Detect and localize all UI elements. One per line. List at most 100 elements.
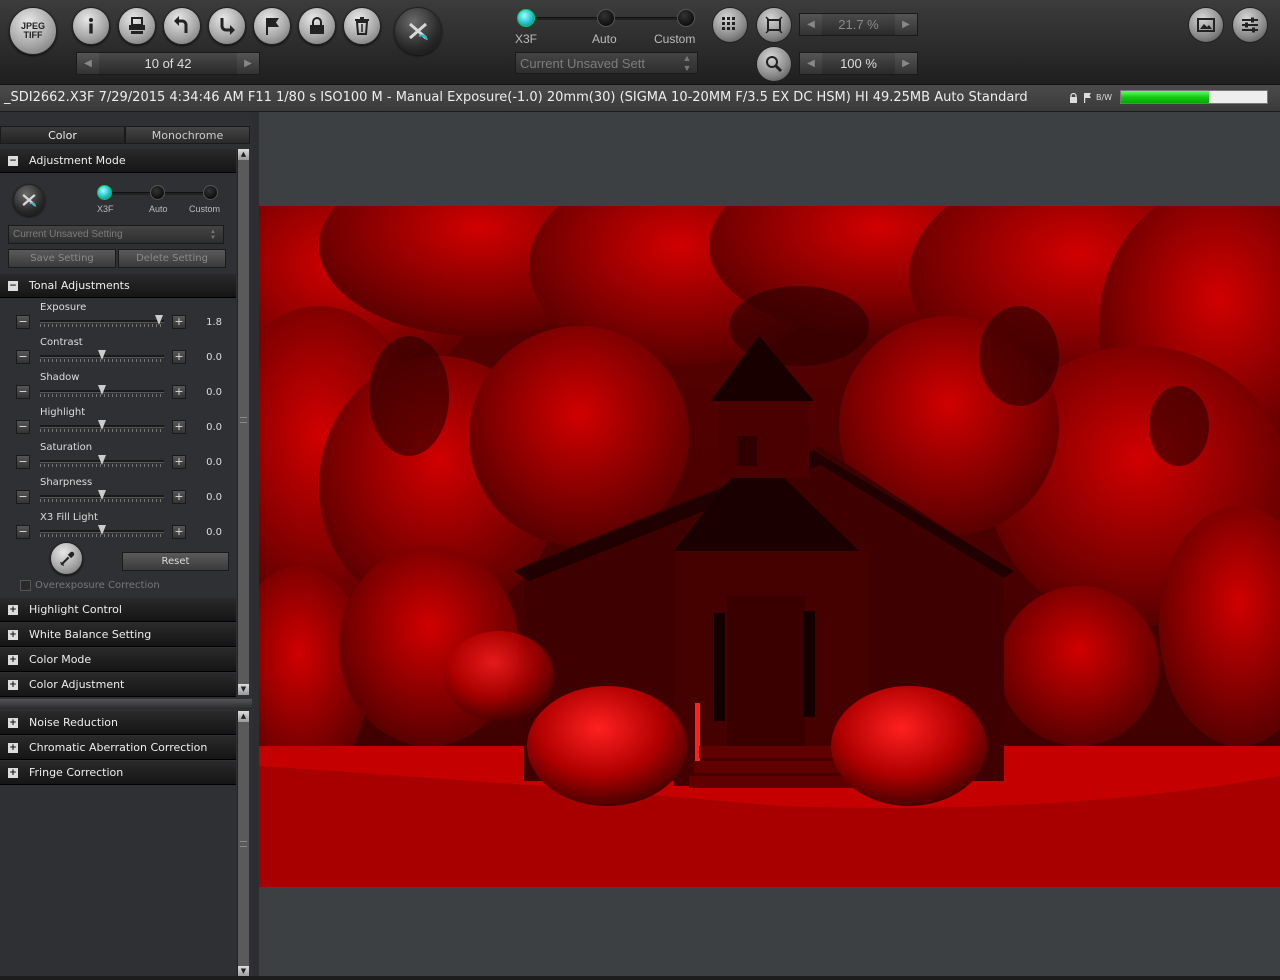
scroll-down-arrow-icon[interactable]: ▼: [238, 684, 249, 695]
slideshow-icon: [1197, 18, 1215, 32]
x3-fill-light-slider-thumb[interactable]: [98, 525, 106, 535]
lock-button[interactable]: [298, 7, 336, 45]
zoom-fit-decrease-button[interactable]: ◀: [800, 14, 822, 35]
mode-x3f-dot[interactable]: [517, 9, 535, 27]
panel-x3-mode-button[interactable]: [13, 184, 45, 216]
tab-monochrome[interactable]: Monochrome: [125, 126, 250, 144]
setting-select[interactable]: Current Unsaved Sett ▲ ▼: [515, 52, 698, 74]
sharpness-slider[interactable]: [40, 490, 164, 502]
mode-label-x3f: X3F: [515, 32, 538, 46]
highlight-slider[interactable]: [40, 420, 164, 432]
rotate-right-button[interactable]: [208, 7, 246, 45]
next-image-button[interactable]: ▶: [237, 53, 259, 74]
mode-auto-dot[interactable]: [597, 9, 615, 27]
x3-mode-button[interactable]: [394, 7, 442, 55]
section-color-adjustment[interactable]: + Color Adjustment: [0, 673, 236, 697]
shadow-decrease-button[interactable]: −: [16, 385, 30, 399]
upper-panel-scrollbar[interactable]: ▲ ▼: [237, 149, 249, 695]
sharpness-decrease-button[interactable]: −: [16, 490, 30, 504]
print-button[interactable]: [118, 7, 156, 45]
section-tonal-adjustments[interactable]: − Tonal Adjustments: [0, 274, 236, 298]
adjustment-panel: Color Monochrome − Adjustment Mode X3F A…: [0, 112, 252, 980]
zoom-fit-increase-button[interactable]: ▶: [895, 14, 917, 35]
image-viewer[interactable]: [252, 112, 1280, 980]
section-color-mode[interactable]: + Color Mode: [0, 648, 236, 672]
zoom-actual-button[interactable]: [756, 46, 792, 82]
tab-color[interactable]: Color: [0, 126, 125, 144]
exposure-increase-button[interactable]: +: [172, 315, 186, 329]
zoom-fit-control: ◀ 21.7 % ▶: [799, 13, 918, 36]
section-title: Highlight Control: [29, 603, 122, 616]
trash-icon: [355, 17, 369, 35]
section-noise-reduction[interactable]: + Noise Reduction: [0, 711, 236, 735]
section-fringe-correction[interactable]: + Fringe Correction: [0, 761, 236, 785]
tiff-label: TIFF: [23, 30, 43, 40]
shadow-slider-thumb[interactable]: [98, 385, 106, 395]
contrast-decrease-button[interactable]: −: [16, 350, 30, 364]
highlight-label: Highlight: [40, 407, 86, 418]
section-chromatic-aberration-correction[interactable]: + Chromatic Aberration Correction: [0, 736, 236, 760]
saturation-decrease-button[interactable]: −: [16, 455, 30, 469]
highlight-increase-button[interactable]: +: [172, 420, 186, 434]
saturation-label: Saturation: [40, 442, 93, 453]
scroll-up-arrow-icon[interactable]: ▲: [238, 711, 249, 722]
rotate-right-icon: [220, 18, 235, 35]
contrast-slider-thumb[interactable]: [98, 350, 106, 360]
panel-mode-auto-dot[interactable]: [150, 185, 165, 200]
mode-custom-dot[interactable]: [677, 9, 695, 27]
saturation-increase-button[interactable]: +: [172, 455, 186, 469]
delete-setting-button[interactable]: Delete Setting: [118, 249, 226, 268]
x3-fill-light-slider[interactable]: [40, 525, 164, 537]
highlight-decrease-button[interactable]: −: [16, 420, 30, 434]
panel-mode-custom-dot[interactable]: [203, 185, 218, 200]
zoom-increase-button[interactable]: ▶: [895, 53, 917, 74]
expand-icon: +: [8, 655, 18, 665]
expand-icon: +: [8, 768, 18, 778]
panel-setting-select[interactable]: Current Unsaved Setting ▲ ▼: [8, 225, 224, 244]
section-adjustment-mode[interactable]: − Adjustment Mode: [0, 149, 236, 173]
exposure-label: Exposure: [40, 302, 87, 313]
zoom-decrease-button[interactable]: ◀: [800, 53, 822, 74]
saturation-slider[interactable]: [40, 455, 164, 467]
saturation-slider-thumb[interactable]: [98, 455, 106, 465]
expand-icon: +: [8, 718, 18, 728]
sharpness-increase-button[interactable]: +: [172, 490, 186, 504]
photo-preview[interactable]: [259, 206, 1280, 887]
lower-panel-scrollbar[interactable]: ▲ ▼: [237, 711, 249, 977]
exposure-slider-thumb[interactable]: [155, 315, 164, 325]
section-white-balance-setting[interactable]: + White Balance Setting: [0, 623, 236, 647]
highlight-slider-thumb[interactable]: [98, 420, 106, 430]
eyedropper-button[interactable]: [50, 542, 83, 575]
overexposure-correction-checkbox[interactable]: [20, 580, 31, 591]
exposure-decrease-button[interactable]: −: [16, 315, 30, 329]
trash-button[interactable]: [343, 7, 381, 45]
exposure-slider[interactable]: [40, 315, 164, 327]
grid-icon: [722, 17, 735, 30]
panel-mode-x3f-dot[interactable]: [97, 185, 112, 200]
fit-to-window-button[interactable]: [756, 7, 792, 43]
scroll-up-arrow-icon[interactable]: ▲: [238, 149, 249, 160]
flag-button[interactable]: [253, 7, 291, 45]
section-highlight-control[interactable]: + Highlight Control: [0, 598, 236, 622]
shadow-increase-button[interactable]: +: [172, 385, 186, 399]
reset-button[interactable]: Reset: [122, 552, 229, 571]
x3-fill-light-decrease-button[interactable]: −: [16, 525, 30, 539]
prev-image-button[interactable]: ◀: [77, 53, 99, 74]
slideshow-button[interactable]: [1188, 7, 1224, 43]
file-info-bar: _SDI2662.X3F 7/29/2015 4:34:46 AM F11 1/…: [0, 85, 1280, 112]
panel-splitter[interactable]: [0, 699, 252, 709]
shadow-slider[interactable]: [40, 385, 164, 397]
contrast-increase-button[interactable]: +: [172, 350, 186, 364]
sharpness-slider-thumb[interactable]: [98, 490, 106, 500]
sharpness-value: 0.0: [206, 492, 222, 503]
grid-view-button[interactable]: [712, 7, 748, 43]
save-setting-button[interactable]: Save Setting: [8, 249, 116, 268]
contrast-slider[interactable]: [40, 350, 164, 362]
info-button[interactable]: [72, 7, 110, 45]
adjust-panel-button[interactable]: [1232, 7, 1268, 43]
expand-icon: +: [8, 743, 18, 753]
rotate-left-button[interactable]: [163, 7, 201, 45]
x3-fill-light-value: 0.0: [206, 527, 222, 538]
jpeg-tiff-export-button[interactable]: JPEG TIFF: [9, 7, 57, 55]
x3-fill-light-increase-button[interactable]: +: [172, 525, 186, 539]
